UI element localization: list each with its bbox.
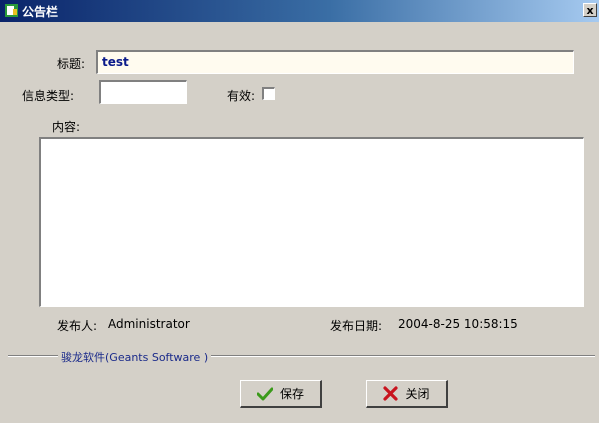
content-textarea[interactable] [39,137,584,307]
close-x-icon [383,386,399,401]
announcement-window: 公告栏 x 标题: test 信息类型: 有效: 内容: 发布人: Admini… [0,0,599,423]
title-input[interactable]: test [96,50,574,74]
window-close-button[interactable]: x [583,3,597,17]
close-button-label: 关闭 [405,387,430,401]
info-type-label: 信息类型: [22,89,75,103]
close-button[interactable]: 关闭 [366,380,448,408]
publish-date-value: 2004-8-25 10:58:15 [398,317,518,331]
publish-date-label: 发布日期: [330,319,383,333]
info-type-input[interactable] [99,80,187,104]
brand-label: 骏龙软件(Geants Software ) [58,349,212,365]
window-title: 公告栏 [22,5,59,19]
valid-label: 有效: [227,89,256,103]
checkmark-icon [256,387,273,400]
save-button[interactable]: 保存 [240,380,322,408]
content-label: 内容: [52,120,81,134]
publisher-label: 发布人: [57,319,98,333]
save-button-label: 保存 [279,387,304,401]
title-bar[interactable]: 公告栏 x [0,0,599,22]
app-icon [5,4,18,17]
title-label: 标题: [57,57,86,71]
publisher-value: Administrator [108,317,190,331]
valid-checkbox[interactable] [262,87,275,100]
